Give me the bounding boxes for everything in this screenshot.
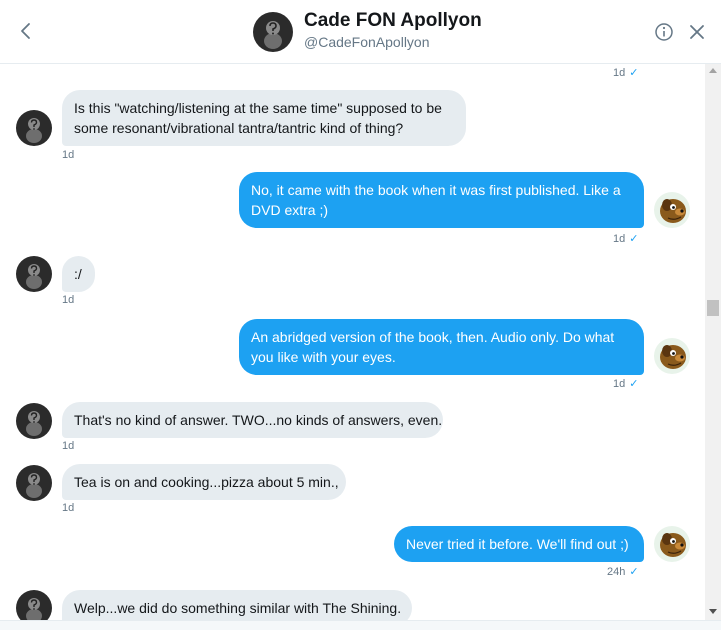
sender-avatar[interactable] (16, 465, 52, 501)
read-check-icon: ✓ (629, 233, 639, 245)
chevron-left-icon (21, 23, 30, 39)
message-bubble-outgoing[interactable]: No, it came with the book when it was fi… (239, 172, 644, 228)
close-button[interactable] (687, 22, 707, 42)
read-check-icon: ✓ (629, 378, 639, 390)
message-text: Is this "watching/listening at the same … (74, 100, 442, 116)
close-icon (690, 25, 704, 39)
message-timestamp: 1d ✓ (613, 378, 639, 390)
conversation-title[interactable]: Cade FON Apollyon (304, 10, 482, 32)
message-bubble-incoming[interactable]: :/ (62, 256, 95, 292)
message-bubble-outgoing[interactable]: Never tried it before. We'll find out ;) (394, 526, 644, 562)
own-avatar[interactable] (654, 526, 690, 562)
message-timestamp: 1d ✓ (613, 233, 639, 245)
message-bubble-incoming[interactable]: Is this "watching/listening at the same … (62, 90, 466, 146)
sender-avatar[interactable] (16, 403, 52, 439)
message-bubble-incoming[interactable]: Tea is on and cooking...pizza about 5 mi… (62, 464, 346, 500)
message-timestamp: 24h ✓ (607, 566, 639, 578)
message-text: Never tried it before. We'll find out ;) (406, 536, 629, 552)
conversation-handle: @CadeFonApollyon (304, 34, 430, 50)
scrollbar[interactable] (705, 64, 721, 620)
scroll-up-arrow-icon[interactable] (709, 68, 717, 73)
message-text: :/ (74, 266, 82, 282)
scroll-down-arrow-icon[interactable] (709, 609, 717, 614)
message-timestamp: 1d (62, 294, 75, 306)
message-text: you like with your eyes. (251, 349, 396, 365)
own-avatar[interactable] (654, 192, 690, 228)
message-timestamp: 1d (62, 149, 75, 161)
back-button[interactable] (16, 18, 36, 44)
message-text: That's no kind of answer. TWO...no kinds… (74, 412, 443, 428)
message-bubble-incoming[interactable]: Welp...we did do something similar with … (62, 590, 412, 620)
message-text: Tea is on and cooking...pizza about 5 mi… (74, 474, 339, 490)
message-text: An abridged version of the book, then. A… (251, 329, 615, 345)
read-check-icon: ✓ (629, 67, 639, 79)
info-button[interactable] (654, 22, 674, 42)
message-timestamp: 1d ✓ (613, 67, 639, 79)
message-bubble-outgoing[interactable]: An abridged version of the book, then. A… (239, 319, 644, 375)
read-check-icon: ✓ (629, 566, 639, 578)
message-text: No, it came with the book when it was fi… (251, 182, 621, 198)
message-timestamp: 1d (62, 440, 75, 452)
own-avatar[interactable] (654, 338, 690, 374)
message-list[interactable]: 1d ✓ Is this "watching/listening at the s… (0, 64, 705, 620)
message-text: some resonant/vibrational tantra/tantric… (74, 120, 404, 136)
conversation-header: Cade FON Apollyon @CadeFonApollyon (0, 0, 721, 64)
header-avatar[interactable] (253, 12, 293, 52)
sender-avatar[interactable] (16, 256, 52, 292)
scroll-thumb[interactable] (707, 300, 719, 316)
message-timestamp: 1d (62, 502, 75, 514)
sender-avatar[interactable] (16, 590, 52, 620)
message-bubble-incoming[interactable]: That's no kind of answer. TWO...no kinds… (62, 402, 443, 438)
message-text: DVD extra ;) (251, 202, 329, 218)
info-circle-icon (655, 23, 673, 41)
message-text: Welp...we did do something similar with … (74, 600, 402, 616)
sender-avatar[interactable] (16, 110, 52, 146)
